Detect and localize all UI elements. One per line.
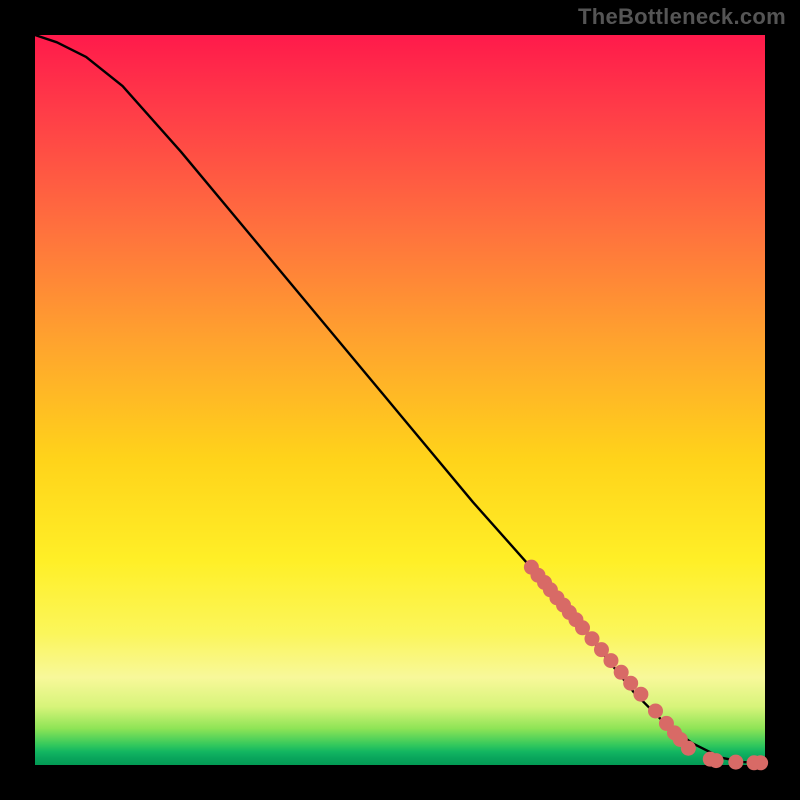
watermark-text: TheBottleneck.com [578, 4, 786, 30]
data-point [623, 676, 638, 691]
plot-area [35, 35, 765, 765]
highlighted-points [524, 560, 768, 771]
bottleneck-curve [35, 35, 765, 763]
curve-layer [35, 35, 765, 765]
data-point [633, 687, 648, 702]
data-point [648, 703, 663, 718]
data-point [728, 755, 743, 770]
data-point [709, 753, 724, 768]
data-point [681, 741, 696, 756]
data-point [753, 755, 768, 770]
chart-frame: TheBottleneck.com [0, 0, 800, 800]
data-point [603, 653, 618, 668]
